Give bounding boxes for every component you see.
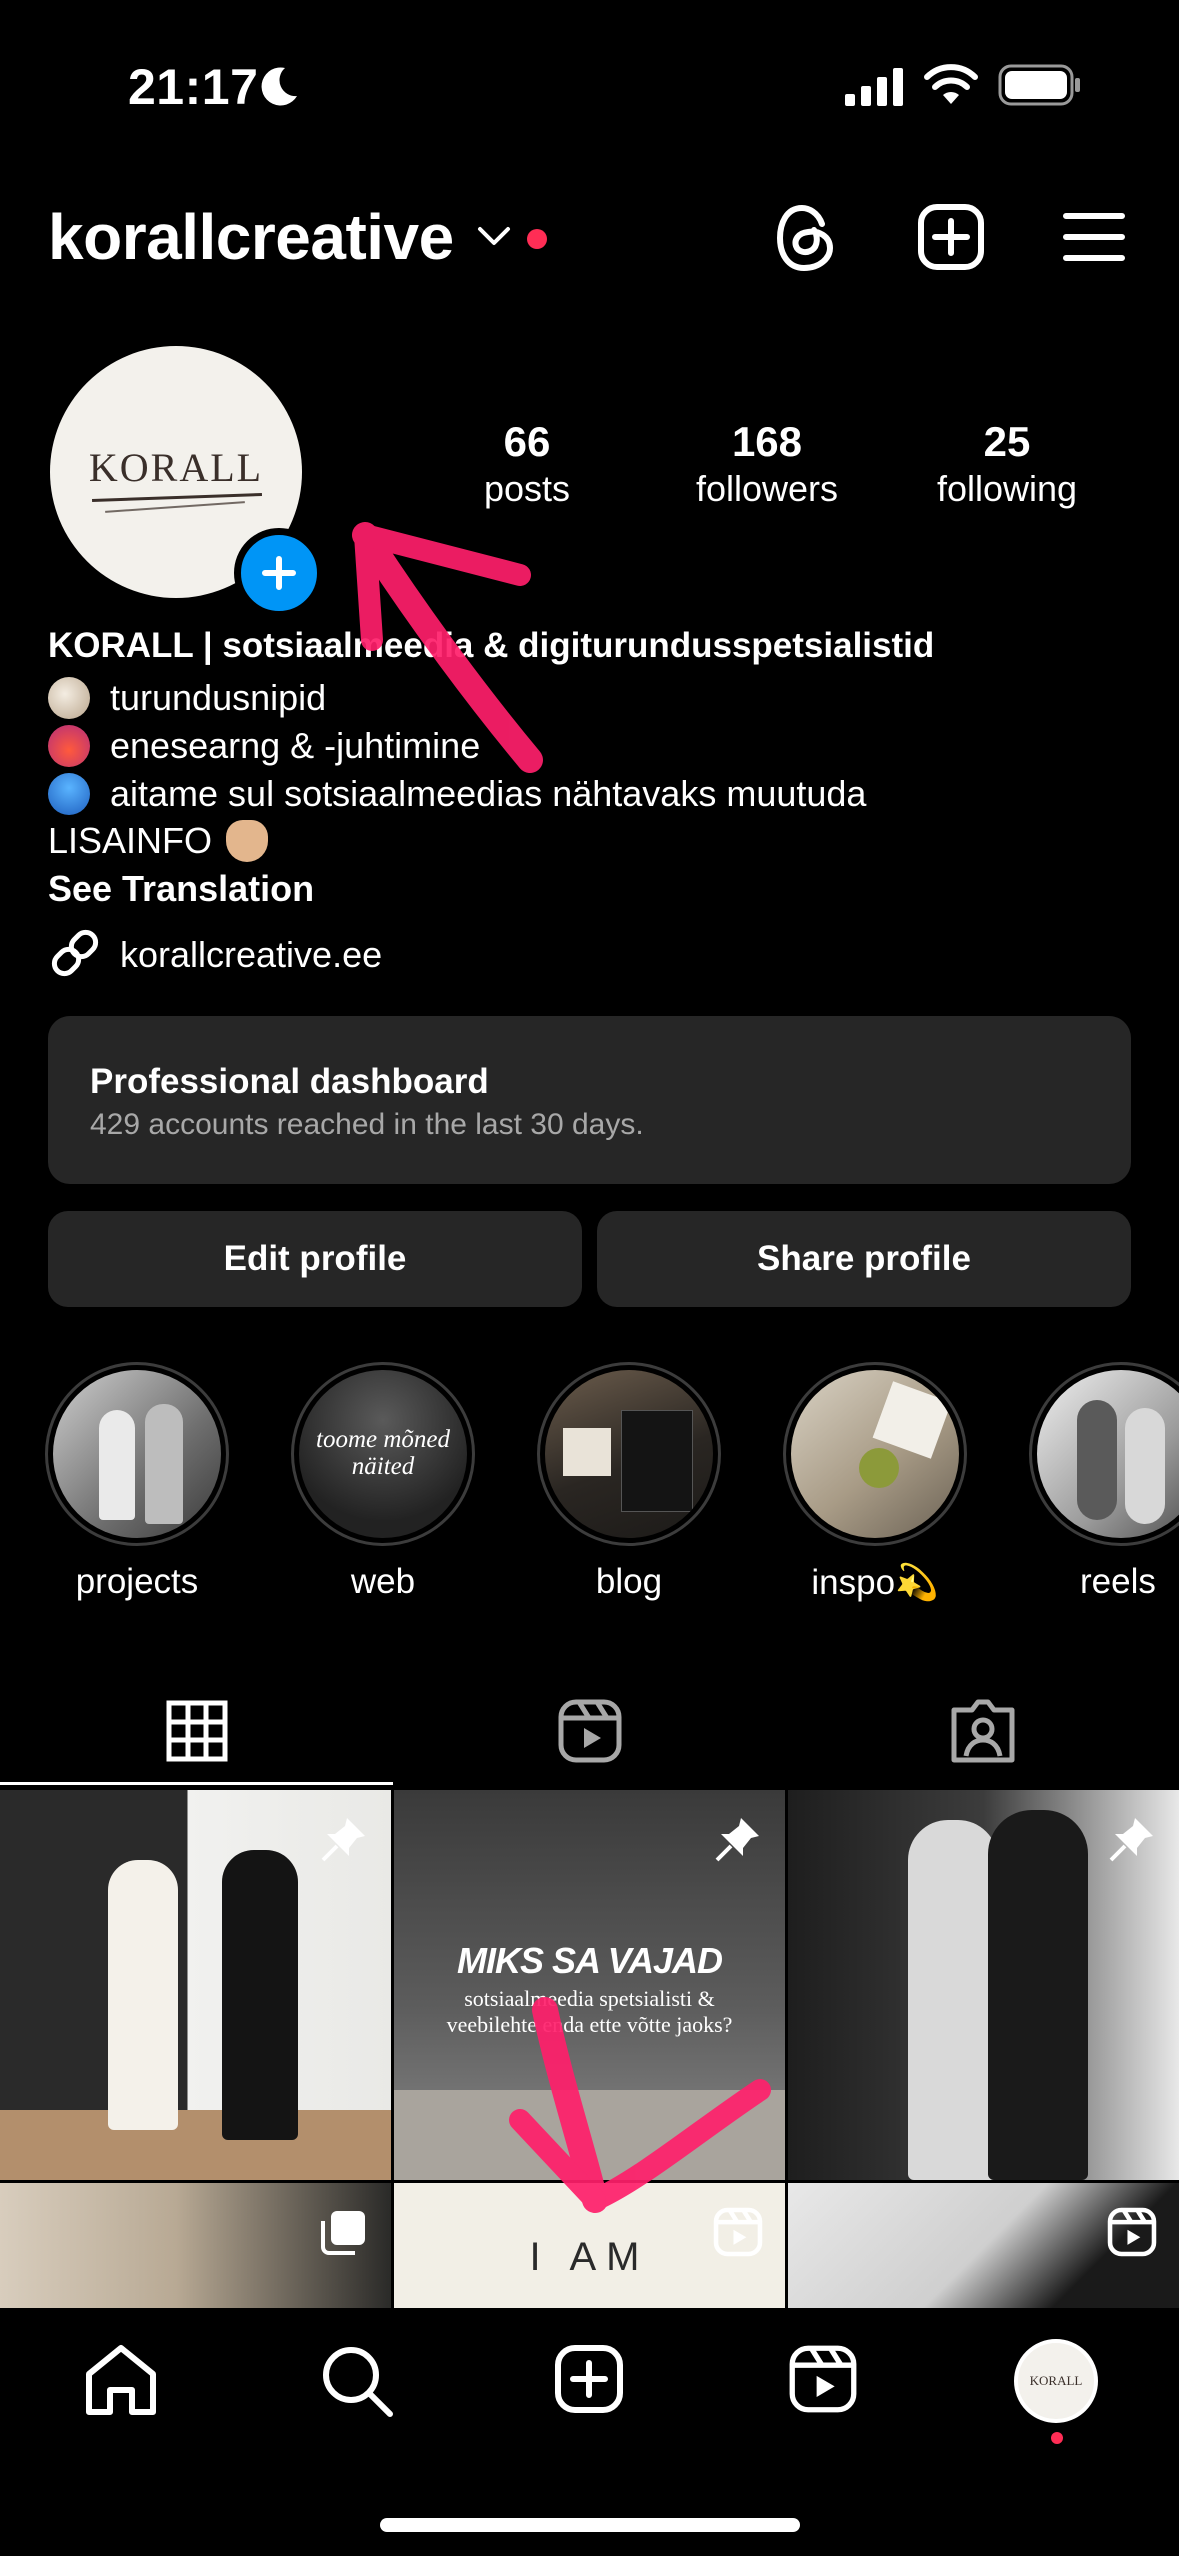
notification-dot	[1051, 2432, 1063, 2444]
dashboard-title: Professional dashboard	[90, 1062, 489, 1101]
reel-badge-icon	[713, 2207, 763, 2257]
new-post-icon[interactable]	[554, 2344, 624, 2414]
grid-post[interactable]	[0, 2183, 391, 2311]
status-time: 21:17	[128, 59, 259, 115]
grid-post[interactable]: I AM	[394, 2183, 785, 2311]
stat-value: 168	[731, 418, 803, 465]
edit-profile-button[interactable]: Edit profile	[48, 1211, 582, 1307]
reels-icon	[558, 1699, 621, 1763]
highlight-cover	[545, 1370, 713, 1538]
cellular-signal-icon	[845, 68, 903, 106]
grid-post[interactable]	[788, 1790, 1179, 2180]
pin-icon	[321, 1818, 365, 1862]
highlight-ring	[45, 1362, 229, 1546]
highlight-cover	[1037, 1370, 1179, 1538]
bio-line: LISAINFO	[48, 820, 269, 862]
jellyfish-icon	[48, 773, 90, 815]
highlight-reels[interactable]: reels	[1026, 1362, 1179, 1602]
posts-count[interactable]: 66 posts	[417, 418, 637, 510]
avatar-underline	[105, 501, 245, 513]
followers-count[interactable]: 168 followers	[657, 418, 877, 510]
add-story-button[interactable]	[234, 528, 324, 618]
tagged-icon	[951, 1699, 1014, 1763]
bio-text: LISAINFO	[48, 820, 213, 861]
grid-post[interactable]	[788, 2183, 1179, 2311]
highlight-cover-text: toome mõned näited	[316, 1426, 450, 1480]
profile-username[interactable]: korallcreative	[48, 200, 454, 274]
bio-line: enesearng & -juhtimine	[48, 725, 480, 767]
highlight-projects[interactable]: projects	[42, 1362, 232, 1602]
highlight-cover	[53, 1370, 221, 1538]
highlight-label: projects	[75, 1562, 199, 1601]
avatar-logo-text: KORALL	[88, 445, 264, 490]
bio-text: enesearng & -juhtimine	[110, 725, 481, 766]
home-indicator[interactable]	[380, 2518, 800, 2532]
link-icon	[51, 929, 99, 977]
stat-label: posts	[483, 468, 571, 509]
pin-icon	[1109, 1818, 1153, 1862]
shell-icon	[48, 677, 90, 719]
threads-icon[interactable]	[772, 202, 840, 274]
pin-icon	[715, 1818, 759, 1862]
post-subtitle: sotsiaalmeedia spetsialisti & veebilehte…	[446, 1986, 733, 2037]
highlight-label: reels	[1080, 1562, 1156, 1601]
tab-reels[interactable]	[393, 1676, 786, 1786]
stat-value: 25	[983, 418, 1031, 465]
bio-line: aitame sul sotsiaalmeedias nähtavaks muu…	[48, 773, 866, 815]
chevron-down-icon[interactable]	[476, 224, 512, 248]
professional-dashboard[interactable]: Professional dashboard 429 accounts reac…	[48, 1016, 1131, 1184]
highlight-label: web	[350, 1562, 416, 1601]
highlight-cover	[791, 1370, 959, 1538]
stat-value: 66	[503, 418, 551, 465]
highlight-label: blog	[595, 1562, 663, 1601]
profile-nav-avatar[interactable]: KORALL	[1014, 2339, 1098, 2423]
highlight-web[interactable]: toome mõned näited web	[288, 1362, 478, 1602]
wifi-icon	[924, 64, 978, 104]
dashboard-subtitle: 429 accounts reached in the last 30 days…	[90, 1108, 644, 1141]
avatar-underline	[91, 493, 263, 502]
search-icon[interactable]	[320, 2344, 394, 2418]
create-post-icon[interactable]	[917, 203, 985, 271]
highlight-ring	[783, 1362, 967, 1546]
coral-icon	[48, 725, 90, 767]
following-count[interactable]: 25 following	[897, 418, 1117, 510]
grid-post[interactable]: MIKS SA VAJAD sotsiaalmeedia spetsialist…	[394, 1790, 785, 2180]
home-icon[interactable]	[84, 2344, 158, 2416]
grid-icon	[166, 1700, 227, 1762]
highlight-ring	[537, 1362, 721, 1546]
battery-icon	[998, 64, 1080, 106]
see-translation-link[interactable]: See Translation	[48, 868, 314, 910]
pointing-down-icon	[226, 820, 269, 862]
highlight-label: inspo💫	[811, 1563, 939, 1602]
highlight-ring: toome mõned näited	[291, 1362, 475, 1546]
reel-badge-icon	[1107, 2207, 1157, 2257]
menu-icon[interactable]	[1063, 212, 1125, 262]
tab-tagged[interactable]	[786, 1676, 1179, 1786]
carousel-icon	[321, 2211, 365, 2255]
bio-text: turundusnipid	[110, 677, 327, 718]
bio-name: KORALL | sotsiaalmeedia & digiturundussp…	[48, 626, 935, 665]
highlight-cover: toome mõned näited	[299, 1370, 467, 1538]
active-tab-indicator	[0, 1782, 393, 1785]
share-profile-button[interactable]: Share profile	[597, 1211, 1131, 1307]
notification-dot	[527, 229, 547, 249]
website-link[interactable]: korallcreative.ee	[120, 934, 382, 976]
highlight-inspo[interactable]: inspo💫	[780, 1362, 970, 1603]
stat-label: followers	[695, 468, 839, 509]
bio-line: turundusnipid	[48, 677, 326, 719]
grid-post[interactable]	[0, 1790, 391, 2180]
stat-label: following	[936, 468, 1078, 509]
post-title: MIKS SA VAJAD	[456, 1940, 723, 1981]
moon-icon	[261, 67, 297, 106]
highlight-ring	[1029, 1362, 1179, 1546]
reels-nav-icon[interactable]	[788, 2344, 858, 2414]
bio-text: aitame sul sotsiaalmeedias nähtavaks muu…	[110, 773, 867, 814]
highlight-blog[interactable]: blog	[534, 1362, 724, 1602]
tab-posts-grid[interactable]	[0, 1676, 393, 1786]
plus-icon	[262, 556, 296, 590]
